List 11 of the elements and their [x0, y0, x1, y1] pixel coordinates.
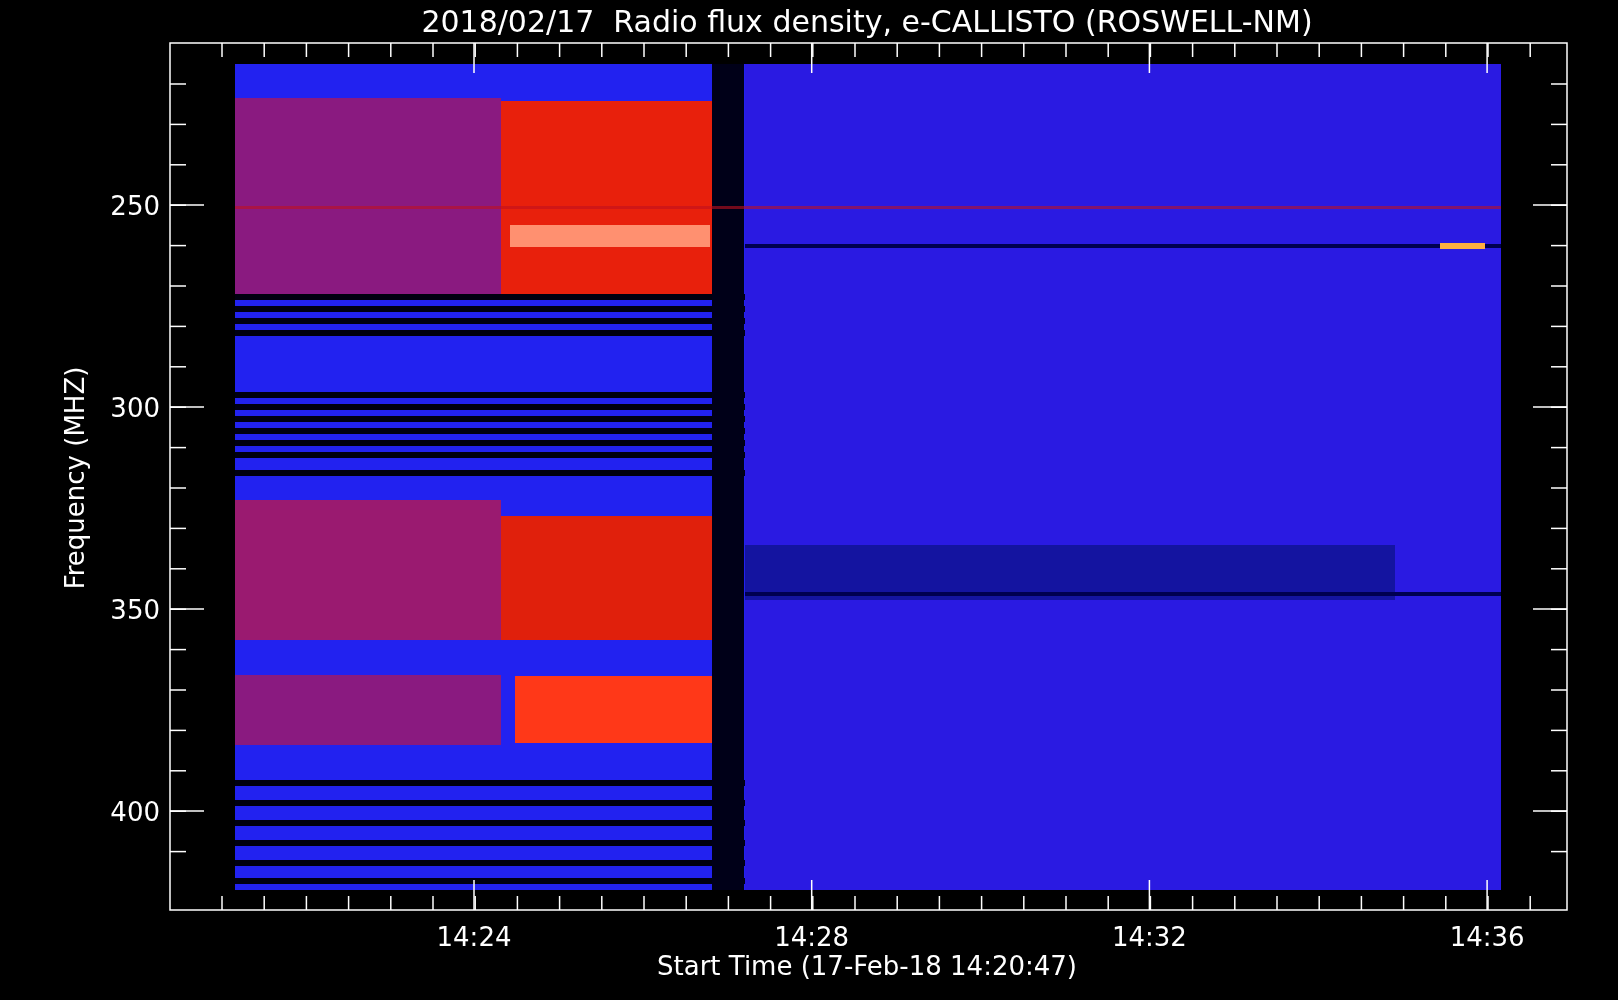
tick-label: 350 — [110, 595, 160, 625]
tick-label: 14:28 — [774, 922, 850, 952]
tick-label: 400 — [110, 797, 160, 827]
chart-title: 2018/02/17 Radio flux density, e-CALLISTO (ROSWELL-NM) — [421, 4, 1313, 39]
tick-label: 300 — [110, 393, 160, 423]
axis-label: Start Time (17-Feb-18 14:20:47) — [657, 951, 1077, 981]
tick-label: 250 — [110, 191, 160, 221]
tick-label: 14:36 — [1449, 922, 1525, 952]
tick-label: 14:32 — [1111, 922, 1187, 952]
axis-label: Frequency (MHZ) — [60, 366, 90, 590]
tick-label: 14:24 — [436, 922, 512, 952]
